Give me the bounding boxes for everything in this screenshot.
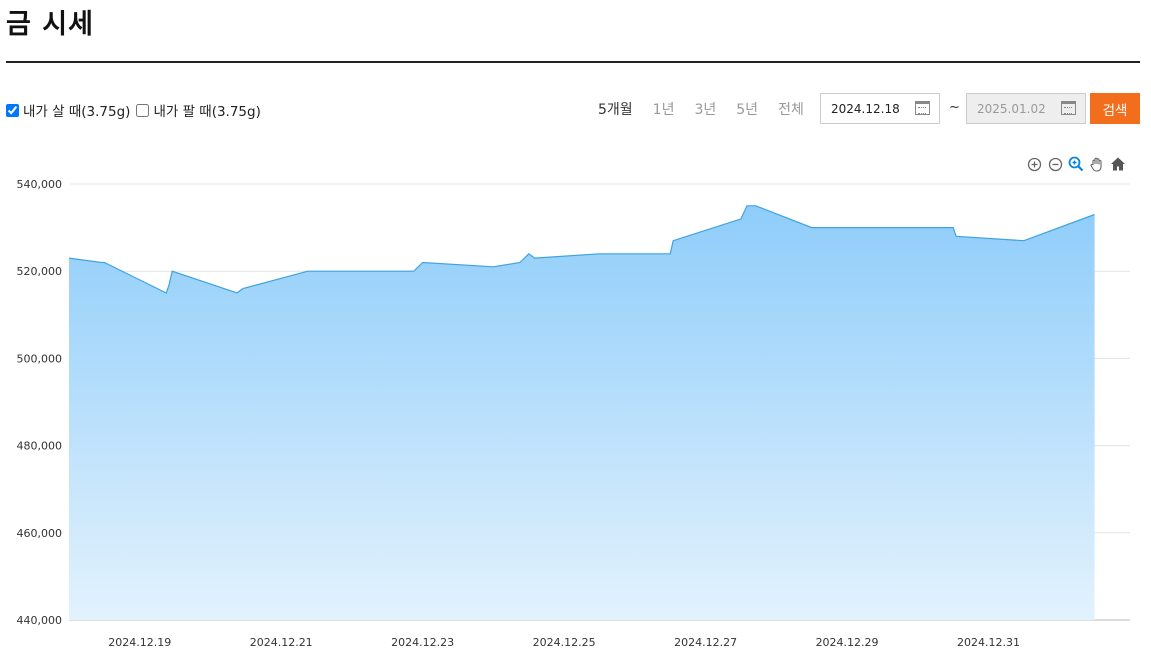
y-tick-label: 520,000	[17, 265, 63, 278]
buy-price-label: 내가 살 때(3.75g)	[23, 104, 131, 120]
x-tick-label: 2024.12.27	[674, 636, 737, 649]
sell-price-checkbox[interactable]	[136, 103, 150, 117]
buy-price-checkbox[interactable]	[6, 103, 19, 117]
y-tick-label: 440,000	[17, 614, 63, 627]
x-axis: 2024.12.19 2024.12.21 2024.12.23 2024.12.25…	[108, 636, 1020, 649]
period-tab-2[interactable]: 3년	[694, 99, 716, 119]
buy-price-option[interactable]: 내가 살 때(3.75g)	[6, 100, 130, 120]
x-tick-label: 2024.12.29	[816, 636, 879, 649]
filter-bar: 내가 살 때(3.75g) 내가 팔 때(3.75g) 5개월 1년 3년 5년 전체 …	[0, 92, 1151, 126]
y-tick-label: 540,000	[17, 178, 63, 191]
sell-price-option[interactable]: 내가 팔 때(3.75g)	[136, 100, 261, 120]
x-tick-label: 2024.12.23	[391, 636, 454, 649]
price-area	[69, 205, 1095, 621]
y-axis: 540,000 520,000 500,000 480,000 460,000 440,0…	[17, 178, 63, 627]
date-separator: ~	[949, 100, 960, 115]
period-tabs: 5개월 1년 3년 5년 전체	[598, 99, 824, 119]
calendar-icon[interactable]	[915, 101, 930, 115]
start-date-field[interactable]: 2024.12.18	[820, 93, 940, 124]
calendar-icon[interactable]	[1061, 101, 1076, 115]
x-tick-label: 2024.12.31	[957, 636, 1020, 649]
x-tick-label: 2024.12.19	[108, 636, 171, 649]
title-divider	[6, 61, 1140, 63]
start-date-value: 2024.12.18	[831, 101, 900, 116]
x-tick-label: 2024.12.25	[533, 636, 596, 649]
y-tick-label: 500,000	[17, 352, 63, 365]
end-date-field[interactable]: 2025.01.02	[966, 93, 1086, 124]
x-tick-label: 2024.12.21	[250, 636, 313, 649]
price-type-filters: 내가 살 때(3.75g) 내가 팔 때(3.75g)	[6, 100, 267, 120]
y-tick-label: 460,000	[17, 527, 63, 540]
end-date-value: 2025.01.02	[977, 101, 1046, 116]
gold-price-chart: 540,000 520,000 500,000 480,000 460,000 440,0…	[17, 178, 1130, 649]
page-title: 금 시세	[6, 9, 94, 40]
y-tick-label: 480,000	[17, 440, 63, 453]
search-button[interactable]: 검색	[1090, 93, 1140, 124]
period-tab-3[interactable]: 5년	[736, 99, 758, 119]
period-tab-4[interactable]: 전체	[778, 99, 804, 119]
period-tab-1[interactable]: 1년	[653, 99, 675, 119]
sell-price-label: 내가 팔 때(3.75g)	[153, 104, 261, 120]
period-tab-0[interactable]: 5개월	[598, 99, 633, 119]
